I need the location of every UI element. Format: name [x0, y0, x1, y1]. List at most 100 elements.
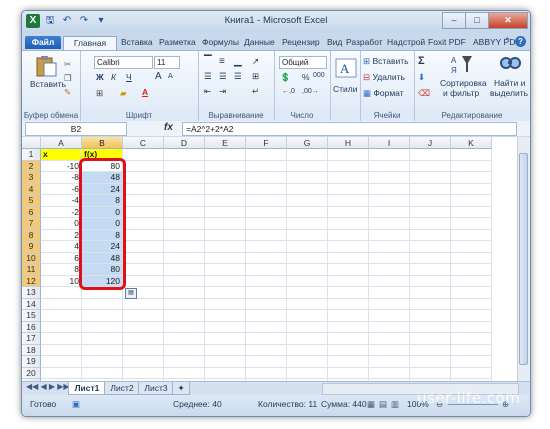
cut-icon[interactable]: ✂ [64, 59, 71, 70]
cell-e15[interactable] [205, 310, 246, 322]
cell-h2[interactable] [328, 160, 369, 172]
view-page-break-icon[interactable]: ▥ [391, 399, 399, 410]
cell-h4[interactable] [328, 183, 369, 195]
cell-j20[interactable] [410, 367, 451, 379]
cell-i9[interactable] [369, 241, 410, 253]
cell-j6[interactable] [410, 206, 451, 218]
grow-font-button[interactable]: A [155, 71, 162, 82]
cell-k16[interactable] [451, 321, 492, 333]
cell-a2[interactable]: -10 [41, 160, 82, 172]
cell-e19[interactable] [205, 356, 246, 368]
select-all-corner[interactable] [22, 137, 41, 149]
increase-indent-icon[interactable]: ⇥ [219, 86, 226, 97]
vertical-scrollbar[interactable] [517, 137, 530, 381]
vertical-scroll-thumb[interactable] [519, 153, 528, 365]
column-header-d[interactable]: D [164, 137, 205, 149]
bold-button[interactable]: Ж [96, 72, 104, 82]
cell-c10[interactable] [123, 252, 164, 264]
cell-e4[interactable] [205, 183, 246, 195]
column-header-a[interactable]: A [41, 137, 82, 149]
cell-i18[interactable] [369, 344, 410, 356]
cell-e11[interactable] [205, 264, 246, 276]
cell-h16[interactable] [328, 321, 369, 333]
cell-i12[interactable] [369, 275, 410, 287]
cell-d6[interactable] [164, 206, 205, 218]
cell-b14[interactable] [82, 298, 123, 310]
cell-c2[interactable] [123, 160, 164, 172]
minimize-ribbon-icon[interactable]: ⌃ [503, 36, 511, 47]
row-header-4[interactable]: 4 [22, 183, 41, 195]
cell-f10[interactable] [246, 252, 287, 264]
cell-k20[interactable] [451, 367, 492, 379]
cell-e18[interactable] [205, 344, 246, 356]
cell-i4[interactable] [369, 183, 410, 195]
merge-icon[interactable]: ⊞ [252, 71, 259, 82]
styles-label[interactable]: Стили [333, 84, 358, 94]
cell-h14[interactable] [328, 298, 369, 310]
cell-f17[interactable] [246, 333, 287, 345]
font-size-combo[interactable]: 11 [154, 56, 180, 69]
cell-g19[interactable] [287, 356, 328, 368]
find-select-icon[interactable] [498, 53, 522, 75]
cell-j15[interactable] [410, 310, 451, 322]
cell-g3[interactable] [287, 172, 328, 184]
cell-k2[interactable] [451, 160, 492, 172]
cell-i20[interactable] [369, 367, 410, 379]
row-header-8[interactable]: 8 [22, 229, 41, 241]
cell-k15[interactable] [451, 310, 492, 322]
cell-c9[interactable] [123, 241, 164, 253]
cell-d16[interactable] [164, 321, 205, 333]
cell-a12[interactable]: 10 [41, 275, 82, 287]
cell-h11[interactable] [328, 264, 369, 276]
cell-a17[interactable] [41, 333, 82, 345]
cell-k4[interactable] [451, 183, 492, 195]
cell-j8[interactable] [410, 229, 451, 241]
cell-i13[interactable] [369, 287, 410, 299]
paste-icon[interactable] [34, 55, 58, 77]
cell-d10[interactable] [164, 252, 205, 264]
cell-g1[interactable] [287, 149, 328, 161]
tab-home[interactable]: Главная [63, 36, 117, 50]
minimize-button[interactable]: – [442, 12, 466, 29]
sheet-nav-icons[interactable]: ◀◀ ◀ ▶ ▶▶ [26, 382, 70, 391]
cell-g12[interactable] [287, 275, 328, 287]
formula-input[interactable]: =A2^2+2*A2 [182, 122, 517, 136]
italic-button[interactable]: К [111, 72, 116, 82]
cell-j9[interactable] [410, 241, 451, 253]
cell-k19[interactable] [451, 356, 492, 368]
cell-a15[interactable] [41, 310, 82, 322]
cell-g10[interactable] [287, 252, 328, 264]
cell-a11[interactable]: 8 [41, 264, 82, 276]
tab-view[interactable]: Вид [327, 36, 342, 49]
sheet-tab-1[interactable]: Лист1 [68, 382, 106, 395]
cell-e6[interactable] [205, 206, 246, 218]
cell-j2[interactable] [410, 160, 451, 172]
cell-b15[interactable] [82, 310, 123, 322]
cell-h9[interactable] [328, 241, 369, 253]
row-header-3[interactable]: 3 [22, 172, 41, 184]
tab-addins[interactable]: Надстрой [387, 36, 425, 49]
cell-d3[interactable] [164, 172, 205, 184]
cell-f11[interactable] [246, 264, 287, 276]
tab-file[interactable]: Файл [25, 36, 61, 49]
row-header-17[interactable]: 17 [22, 333, 41, 345]
font-name-combo[interactable]: Calibri [94, 56, 153, 69]
row-header-5[interactable]: 5 [22, 195, 41, 207]
cell-g11[interactable] [287, 264, 328, 276]
cell-k14[interactable] [451, 298, 492, 310]
cell-a19[interactable] [41, 356, 82, 368]
copy-icon[interactable]: ❐ [64, 73, 72, 84]
align-top-icon[interactable]: ▔ [204, 56, 212, 67]
cell-i19[interactable] [369, 356, 410, 368]
shrink-font-button[interactable]: A [168, 73, 173, 80]
cell-g17[interactable] [287, 333, 328, 345]
orientation-icon[interactable]: ↗ [252, 56, 259, 67]
cell-c3[interactable] [123, 172, 164, 184]
cell-a6[interactable]: -2 [41, 206, 82, 218]
cell-k17[interactable] [451, 333, 492, 345]
row-header-13[interactable]: 13 [22, 287, 41, 299]
cell-i6[interactable] [369, 206, 410, 218]
cell-h13[interactable] [328, 287, 369, 299]
cell-k18[interactable] [451, 344, 492, 356]
cell-f7[interactable] [246, 218, 287, 230]
